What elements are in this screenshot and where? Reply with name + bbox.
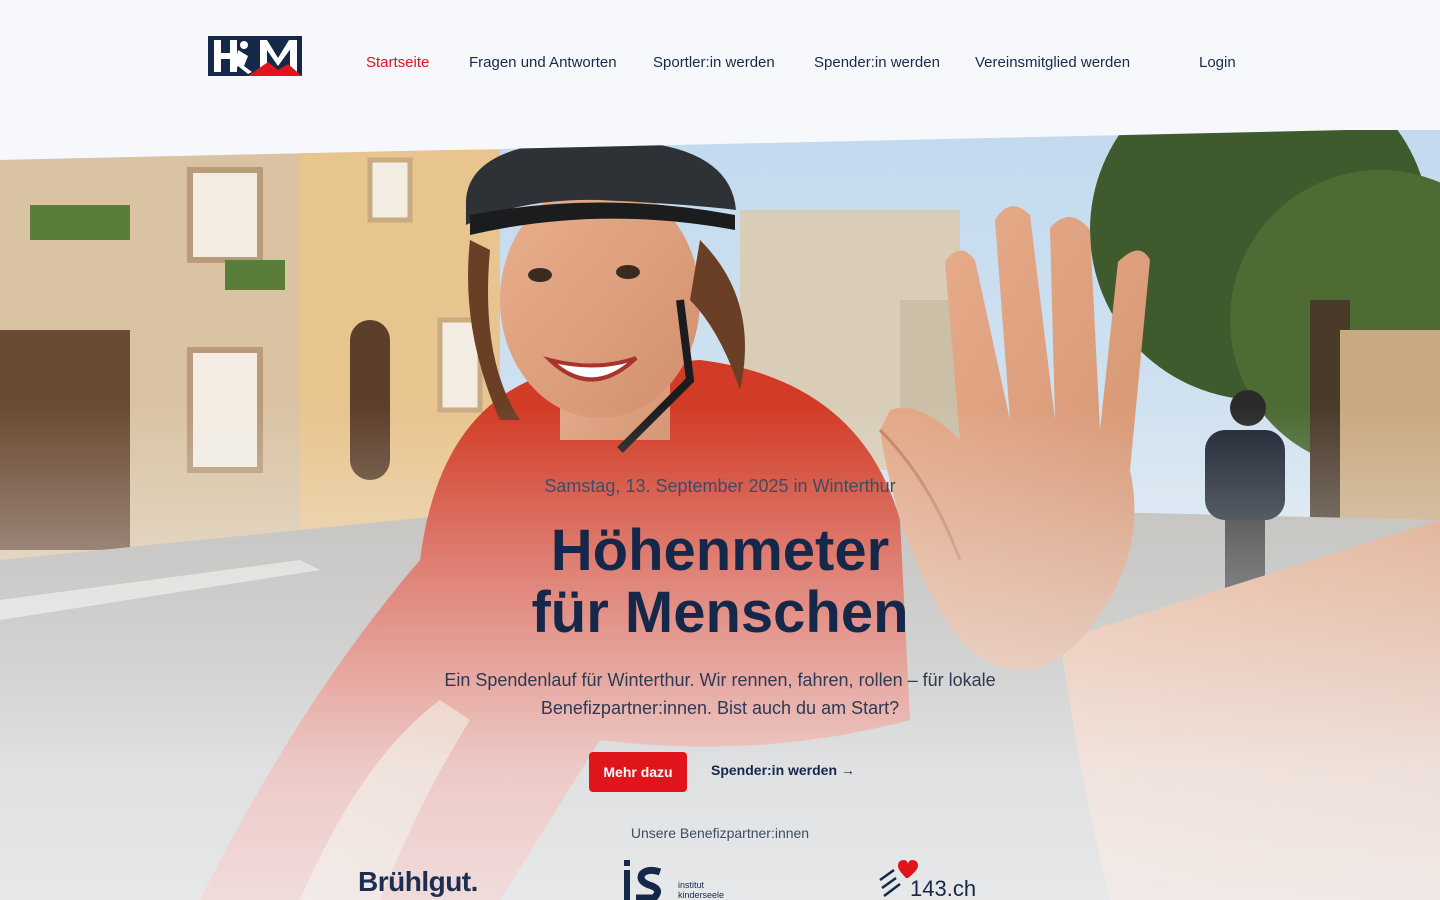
nav-item-vereinsmitglied[interactable]: Vereinsmitglied werden [975, 54, 1130, 71]
more-info-button[interactable]: Mehr dazu [589, 752, 687, 792]
partners-label: Unsere Benefizpartner:innen [630, 825, 810, 841]
page-title: Höhenmeter für Menschen [0, 520, 1440, 644]
site-header: Startseite Fragen und Antworten Sportler… [0, 0, 1440, 130]
headline-line-2: für Menschen [531, 580, 909, 645]
partner-logo-bruehlgut[interactable]: Brühlgut. [358, 866, 478, 900]
nav-item-spender[interactable]: Spender:in werden [814, 54, 940, 71]
partner-143-name: 143.ch [910, 876, 976, 900]
partner-sub-2: kinderseele [678, 890, 724, 900]
main-nav: Startseite Fragen und Antworten Sportler… [0, 54, 1440, 76]
partner-sub-1: institut [678, 880, 705, 890]
nav-item-faq[interactable]: Fragen und Antworten [469, 54, 617, 71]
nav-item-login[interactable]: Login [1199, 54, 1236, 71]
become-donor-link[interactable]: Spender:in werden → [711, 762, 855, 778]
partner-logo-143[interactable]: 143.ch [878, 858, 978, 900]
headline-line-1: Höhenmeter [550, 518, 890, 583]
institut-kinderseele-icon: institut kinderseele [624, 860, 724, 900]
heart-icon: 143.ch [879, 860, 976, 900]
nav-item-sportler[interactable]: Sportler:in werden [653, 54, 775, 71]
hero-lead: Ein Spendenlauf für Winterthur. Wir renn… [444, 670, 996, 718]
nav-item-startseite[interactable]: Startseite [366, 54, 429, 71]
hero-content: Samstag, 13. September 2025 in Winterthu… [0, 0, 1440, 900]
partner-logo-institut-kinderseele[interactable]: institut kinderseele [622, 858, 732, 900]
event-date: Samstag, 13. September 2025 in Winterthu… [544, 476, 896, 496]
